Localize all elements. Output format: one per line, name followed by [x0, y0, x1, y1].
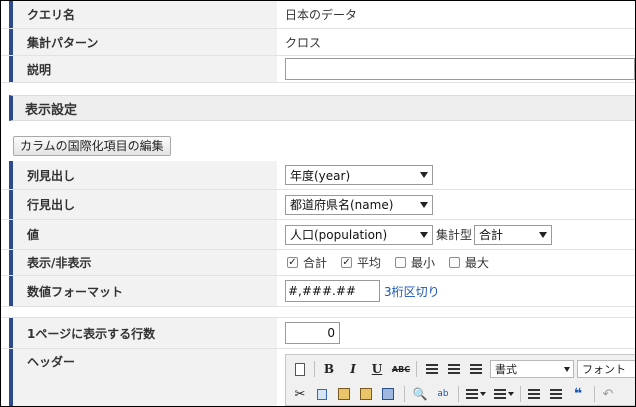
- blockquote-button[interactable]: ❝: [570, 385, 586, 403]
- aggregation-type-label: 集計型: [436, 228, 473, 242]
- show-average-option[interactable]: ✓ 平均: [341, 254, 381, 271]
- align-right-icon[interactable]: [468, 360, 484, 378]
- show-min-option[interactable]: 最小: [395, 254, 435, 271]
- column-header-select[interactable]: 年度(year): [285, 165, 433, 185]
- rich-text-toolbar: B I U ABC 書式 フォント ✂ 🔍 ab ❝ ↶: [285, 354, 635, 406]
- checkbox-checked[interactable]: ✓: [287, 257, 298, 268]
- underline-button[interactable]: U: [370, 360, 384, 378]
- align-left-icon[interactable]: [424, 360, 440, 378]
- chevron-down-icon: [564, 367, 570, 372]
- copy-icon[interactable]: [314, 385, 330, 403]
- find-icon[interactable]: 🔍: [412, 385, 428, 403]
- column-header-label: 列見出し: [9, 161, 277, 189]
- checkbox-unchecked[interactable]: [395, 257, 407, 268]
- description-input[interactable]: [285, 58, 635, 80]
- description-row: 説明: [1, 56, 635, 83]
- toolbar-separator: [314, 361, 315, 377]
- aggregation-type-select[interactable]: 合計: [474, 224, 553, 245]
- thousands-separator-link[interactable]: 3桁区切り: [384, 283, 440, 300]
- query-name-label: クエリ名: [9, 1, 277, 28]
- aggregation-pattern-label: 集計パターン: [9, 29, 277, 55]
- outdent-icon[interactable]: [526, 385, 542, 403]
- toolbar-separator: [458, 386, 459, 402]
- paste-icon[interactable]: [336, 385, 352, 403]
- value-select[interactable]: 人口(population): [285, 224, 433, 245]
- display-settings-header: 表示設定: [9, 95, 635, 121]
- new-page-icon[interactable]: [292, 360, 308, 378]
- value-selected: 人口(population): [290, 228, 388, 242]
- header-label: ヘッダー: [9, 349, 277, 406]
- row-header-label: 行見出し: [9, 190, 277, 219]
- show-total-option[interactable]: ✓ 合計: [287, 254, 327, 271]
- toolbar-separator: [520, 386, 521, 402]
- value-label: 値: [9, 220, 277, 249]
- toolbar-separator: [416, 361, 417, 377]
- checkbox-unchecked[interactable]: [449, 257, 461, 268]
- rows-per-page-row: 1ページに表示する行数 0: [1, 317, 635, 349]
- column-header-selected: 年度(year): [290, 168, 351, 183]
- numbered-list-icon[interactable]: [494, 385, 514, 403]
- strikethrough-button[interactable]: ABC: [390, 360, 412, 378]
- chevron-down-icon: [420, 201, 428, 208]
- font-select[interactable]: フォント: [577, 360, 635, 378]
- row-header-selected: 都道府県名(name): [290, 198, 394, 212]
- chevron-down-icon: [539, 231, 548, 238]
- show-max-option[interactable]: 最大: [449, 254, 489, 271]
- row-header-row: 行見出し 都道府県名(name): [1, 190, 635, 220]
- query-settings-panel: クエリ名 日本のデータ 集計パターン クロス 説明 表示設定 カラムの国際化項目…: [0, 0, 636, 407]
- number-format-input[interactable]: #,###.##: [285, 280, 380, 302]
- column-header-row: 列見出し 年度(year): [1, 161, 635, 190]
- description-label: 説明: [9, 56, 277, 82]
- chevron-down-icon: [420, 231, 428, 238]
- aggregation-pattern-value: クロス: [285, 35, 322, 50]
- rows-per-page-input[interactable]: 0: [285, 322, 340, 344]
- replace-icon[interactable]: ab: [434, 385, 452, 403]
- indent-icon[interactable]: [548, 385, 564, 403]
- cut-icon[interactable]: ✂: [292, 385, 308, 403]
- align-center-icon[interactable]: [446, 360, 462, 378]
- edit-column-i18n-button[interactable]: カラムの国際化項目の編集: [13, 136, 171, 156]
- rows-per-page-label: 1ページに表示する行数: [9, 318, 277, 348]
- show-hide-row: 表示/非表示 ✓ 合計 ✓ 平均 最小 最大: [1, 250, 635, 276]
- number-format-row: 数値フォーマット #,###.## 3桁区切り: [1, 276, 635, 307]
- bulleted-list-icon[interactable]: [466, 385, 486, 403]
- undo-icon[interactable]: ↶: [600, 385, 616, 403]
- show-hide-label: 表示/非表示: [9, 250, 277, 275]
- format-select[interactable]: 書式: [490, 360, 574, 378]
- checkbox-checked[interactable]: ✓: [341, 257, 353, 268]
- query-name-row: クエリ名 日本のデータ: [1, 1, 635, 29]
- row-header-select[interactable]: 都道府県名(name): [285, 194, 433, 215]
- value-row: 値 人口(population) 集計型 合計: [1, 220, 635, 250]
- paste-word-icon[interactable]: [380, 385, 396, 403]
- chevron-down-icon: [420, 172, 428, 178]
- italic-button[interactable]: I: [346, 360, 360, 378]
- paste-text-icon[interactable]: [358, 385, 374, 403]
- toolbar-separator: [594, 386, 595, 402]
- aggregation-type-selected: 合計: [479, 228, 504, 242]
- aggregation-pattern-row: 集計パターン クロス: [1, 29, 635, 56]
- toolbar-separator: [404, 386, 405, 402]
- number-format-label: 数値フォーマット: [9, 276, 277, 306]
- query-name-value: 日本のデータ: [285, 8, 358, 22]
- bold-button[interactable]: B: [322, 360, 336, 378]
